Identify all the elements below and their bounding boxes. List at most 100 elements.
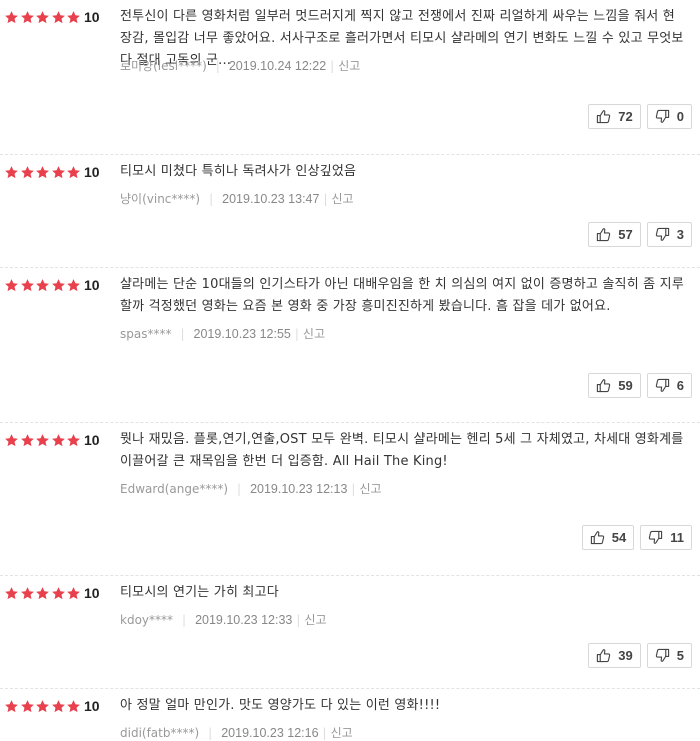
report-link[interactable]: 신고 (359, 480, 381, 497)
report-link[interactable]: 신고 (304, 611, 326, 628)
star-icon (67, 700, 80, 713)
review-meta: kdoy**** | 2019.10.23 12:33 | 신고 (120, 611, 327, 628)
star-icon (5, 11, 18, 24)
like-button[interactable]: 57 (588, 222, 641, 247)
review-date: 2019.10.23 13:47 (222, 191, 320, 206)
star-icon (51, 279, 65, 292)
review-author[interactable]: didi(fatb****) (120, 726, 199, 740)
report-link[interactable]: 신고 (332, 190, 354, 207)
report-link[interactable]: 신고 (338, 57, 360, 74)
review-item: 10 아 정말 얼마 만인가. 맛도 영양가도 다 있는 이런 영화!!!! did… (0, 689, 700, 740)
star-icon (20, 700, 34, 713)
star-icon (5, 279, 18, 292)
star-icon (51, 434, 65, 447)
review-author[interactable]: 냥이(vinc****) (120, 190, 200, 207)
dislike-button[interactable]: 6 (646, 373, 692, 398)
review-list: 10 전투신이 다른 영화처럼 일부러 멋드러지게 찍지 않고 전쟁에서 진짜 리… (0, 0, 700, 740)
like-button[interactable]: 54 (581, 525, 635, 550)
vote-buttons: 39 5 (582, 643, 692, 668)
star-icon (51, 166, 65, 179)
dislike-count: 0 (676, 109, 684, 124)
star-icon (5, 434, 18, 447)
like-count: 72 (618, 109, 633, 124)
star-icon (20, 587, 34, 600)
divider: | (294, 326, 299, 341)
vote-buttons: 72 0 (582, 104, 692, 129)
like-count: 59 (618, 378, 633, 393)
like-count: 54 (611, 530, 627, 545)
star-icon (5, 700, 18, 713)
review-author[interactable]: kdoy**** (120, 613, 173, 627)
review-item: 10 뭣나 재밌음. 플롯,연기,연출,OST 모두 완벽. 티모시 샬라메는 헨… (0, 423, 700, 576)
dislike-count: 6 (676, 378, 684, 393)
divider: | (237, 481, 242, 496)
star-icon (67, 434, 80, 447)
review-date: 2019.10.23 12:33 (195, 612, 293, 627)
review-score: 10 (84, 9, 100, 25)
review-score: 10 (84, 432, 100, 448)
review-date: 2019.10.23 12:13 (250, 481, 348, 496)
report-link[interactable]: 신고 (331, 724, 353, 741)
dislike-button[interactable]: 0 (646, 104, 692, 129)
thumbs-up-icon (597, 110, 611, 124)
star-icon (36, 434, 49, 447)
divider: | (323, 191, 328, 206)
star-icon (36, 279, 49, 292)
star-icon (36, 11, 49, 24)
thumbs-up-icon (597, 228, 611, 242)
star-rating (4, 165, 82, 180)
like-button[interactable]: 39 (588, 643, 641, 668)
star-icon (5, 166, 18, 179)
review-date: 2019.10.23 12:55 (193, 326, 291, 341)
review-author[interactable]: Edward(ange****) (120, 482, 228, 496)
review-meta: Edward(ange****) | 2019.10.23 12:13 | 신고 (120, 480, 382, 497)
dislike-button[interactable]: 5 (646, 643, 692, 668)
star-icon (67, 587, 80, 600)
thumbs-down-icon (655, 109, 669, 123)
thumbs-down-icon (649, 530, 663, 544)
star-icon (67, 279, 80, 292)
thumbs-down-icon (655, 648, 669, 662)
star-icon (51, 11, 65, 24)
like-count: 39 (618, 648, 633, 663)
review-meta: 로미양(lesl****) | 2019.10.24 12:22 | 신고 (120, 57, 360, 74)
divider: | (180, 326, 185, 341)
review-author[interactable]: spas**** (120, 327, 171, 341)
review-author[interactable]: 로미양(lesl****) (120, 57, 207, 74)
like-button[interactable]: 59 (588, 373, 641, 398)
like-button[interactable]: 72 (588, 104, 641, 129)
star-icon (51, 700, 65, 713)
star-icon (36, 587, 49, 600)
star-icon (20, 279, 34, 292)
review-item: 10 티모시의 연기는 가히 최고다 kdoy**** | 2019.10.23 12:… (0, 576, 700, 689)
divider: | (182, 612, 187, 627)
dislike-button[interactable]: 11 (640, 525, 692, 550)
review-score: 10 (84, 164, 100, 180)
review-date: 2019.10.23 12:16 (221, 725, 319, 740)
review-text: 아 정말 얼마 만인가. 맛도 영양가도 다 있는 이런 영화!!!! (120, 698, 441, 713)
star-icon (51, 587, 65, 600)
review-meta: didi(fatb****) | 2019.10.23 12:16 | 신고 (120, 724, 353, 741)
review-text: 티모시 미쳤다 특히나 독려사가 인상깊었음 (120, 164, 357, 179)
divider: | (209, 191, 214, 206)
review-date: 2019.10.24 12:22 (228, 58, 327, 73)
review-score: 10 (84, 277, 100, 293)
thumbs-up-icon (597, 649, 611, 663)
thumbs-down-icon (655, 378, 669, 392)
divider: | (351, 481, 356, 496)
dislike-count: 11 (670, 530, 684, 545)
thumbs-up-icon (590, 531, 604, 545)
report-link[interactable]: 신고 (303, 325, 325, 342)
star-icon (5, 587, 18, 600)
review-meta: 냥이(vinc****) | 2019.10.23 13:47 | 신고 (120, 190, 354, 207)
star-rating (4, 433, 82, 448)
dislike-button[interactable]: 3 (646, 222, 692, 247)
review-item: 10 티모시 미쳤다 특히나 독려사가 인상깊었음 냥이(vinc****) | 201… (0, 155, 700, 268)
like-count: 57 (618, 227, 633, 242)
star-icon (67, 166, 80, 179)
review-text: 뭣나 재밌음. 플롯,연기,연출,OST 모두 완벽. 티모시 샬라메는 헨리 … (120, 432, 684, 469)
review-text: 샬라메는 단순 10대들의 인기스타가 아닌 대배우임을 한 치 의심의 여지 … (120, 277, 684, 314)
vote-buttons: 59 6 (582, 373, 692, 398)
divider: | (208, 725, 213, 740)
dislike-count: 5 (676, 648, 684, 663)
